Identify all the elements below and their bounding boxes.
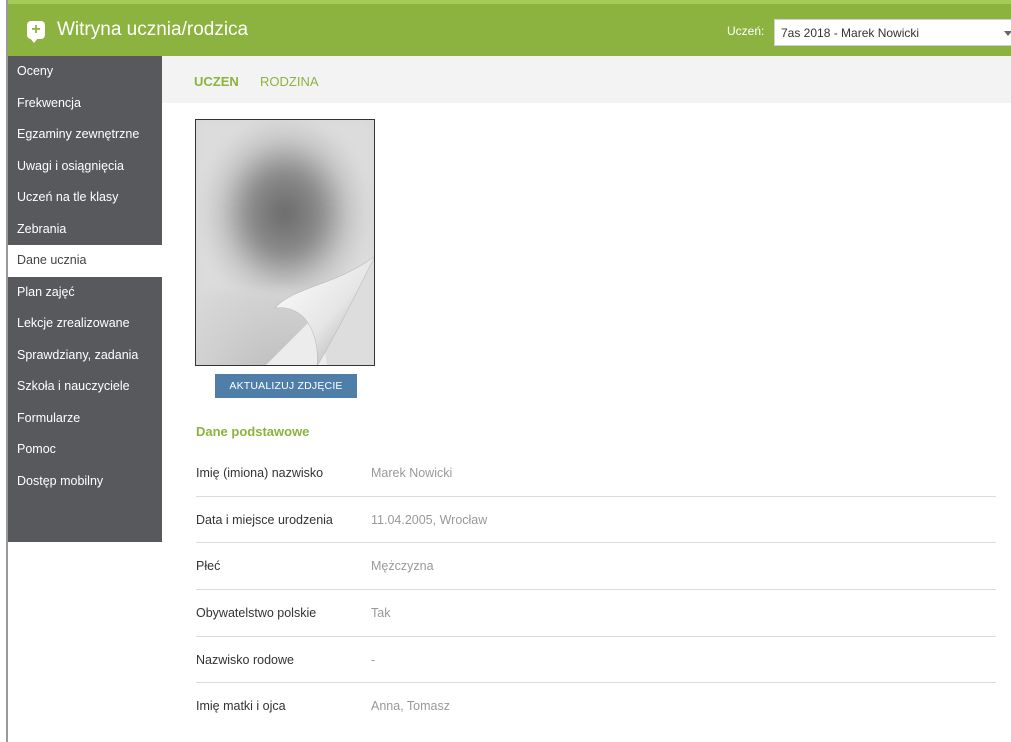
data-row: Płeć Mężczyzna bbox=[196, 543, 996, 591]
row-value: Anna, Tomasz bbox=[371, 699, 450, 714]
row-value: - bbox=[371, 652, 376, 667]
student-label: Uczeń: bbox=[727, 24, 765, 38]
row-label: Imię matki i ojca bbox=[196, 699, 286, 714]
row-value: Tak bbox=[371, 606, 391, 621]
basic-data-table: Imię (imiona) nazwisko Marek Nowicki Dat… bbox=[196, 450, 996, 730]
chat-plus-icon: + bbox=[27, 21, 45, 43]
data-row: Obywatelstwo polskie Tak bbox=[196, 590, 996, 637]
sidebar-item-plan-zajec[interactable]: Plan zajęć bbox=[8, 277, 162, 309]
sidebar-item-dane-ucznia[interactable]: Dane ucznia bbox=[8, 245, 162, 277]
student-select-value: 7as 2018 - Marek Nowicki bbox=[781, 26, 920, 40]
update-photo-button[interactable]: AKTUALIZUJ ZDJĘCIE bbox=[215, 374, 357, 398]
row-label: Data i miejsce urodzenia bbox=[196, 512, 333, 527]
data-row: Data i miejsce urodzenia 11.04.2005, Wro… bbox=[196, 497, 996, 544]
sidebar-item-dostep-mobilny[interactable]: Dostęp mobilny bbox=[8, 466, 162, 498]
app-header: + Witryna ucznia/rodzica Uczeń: 7as 2018… bbox=[8, 0, 1011, 56]
tab-uczen[interactable]: UCZEN bbox=[194, 74, 239, 89]
sidebar-nav: Oceny Frekwencja Egzaminy zewnętrzne Uwa… bbox=[8, 56, 162, 542]
tab-bar: UCZEN RODZINA bbox=[162, 56, 1011, 103]
sidebar-item-szkola[interactable]: Szkoła i nauczyciele bbox=[8, 371, 162, 403]
sidebar-item-pomoc[interactable]: Pomoc bbox=[8, 434, 162, 466]
row-value: Mężczyzna bbox=[371, 559, 434, 574]
student-select[interactable]: 7as 2018 - Marek Nowicki bbox=[774, 19, 1011, 46]
data-row: Imię (imiona) nazwisko Marek Nowicki bbox=[196, 450, 996, 497]
sidebar-item-frekwencja[interactable]: Frekwencja bbox=[8, 88, 162, 120]
sidebar-item-uwagi[interactable]: Uwagi i osiągnięcia bbox=[8, 151, 162, 183]
chevron-down-icon bbox=[1004, 31, 1011, 36]
sidebar-item-sprawdziany[interactable]: Sprawdziany, zadania bbox=[8, 340, 162, 372]
sidebar-item-uczen-na-tle-klasy[interactable]: Uczeń na tle klasy bbox=[8, 182, 162, 214]
sidebar-item-formularze[interactable]: Formularze bbox=[8, 403, 162, 435]
row-value: Marek Nowicki bbox=[371, 466, 453, 480]
page-curl-icon bbox=[266, 256, 374, 365]
row-label: Obywatelstwo polskie bbox=[196, 606, 317, 621]
student-photo bbox=[195, 119, 375, 366]
section-title-basic-data: Dane podstawowe bbox=[196, 424, 310, 439]
row-label: Płeć bbox=[196, 559, 221, 574]
row-label: Nazwisko rodowe bbox=[196, 652, 294, 667]
data-row: Nazwisko rodowe - bbox=[196, 637, 996, 684]
sidebar-item-egzaminy[interactable]: Egzaminy zewnętrzne bbox=[8, 119, 162, 151]
app-title: Witryna ucznia/rodzica bbox=[57, 19, 249, 40]
sidebar-item-oceny[interactable]: Oceny bbox=[8, 56, 162, 88]
row-label: Imię (imiona) nazwisko bbox=[196, 466, 324, 480]
sidebar-item-lekcje[interactable]: Lekcje zrealizowane bbox=[8, 308, 162, 340]
sidebar-item-zebrania[interactable]: Zebrania bbox=[8, 214, 162, 246]
data-row: Imię matki i ojca Anna, Tomasz bbox=[196, 683, 996, 730]
tab-rodzina[interactable]: RODZINA bbox=[260, 74, 319, 89]
row-value: 11.04.2005, Wrocław bbox=[371, 512, 488, 527]
